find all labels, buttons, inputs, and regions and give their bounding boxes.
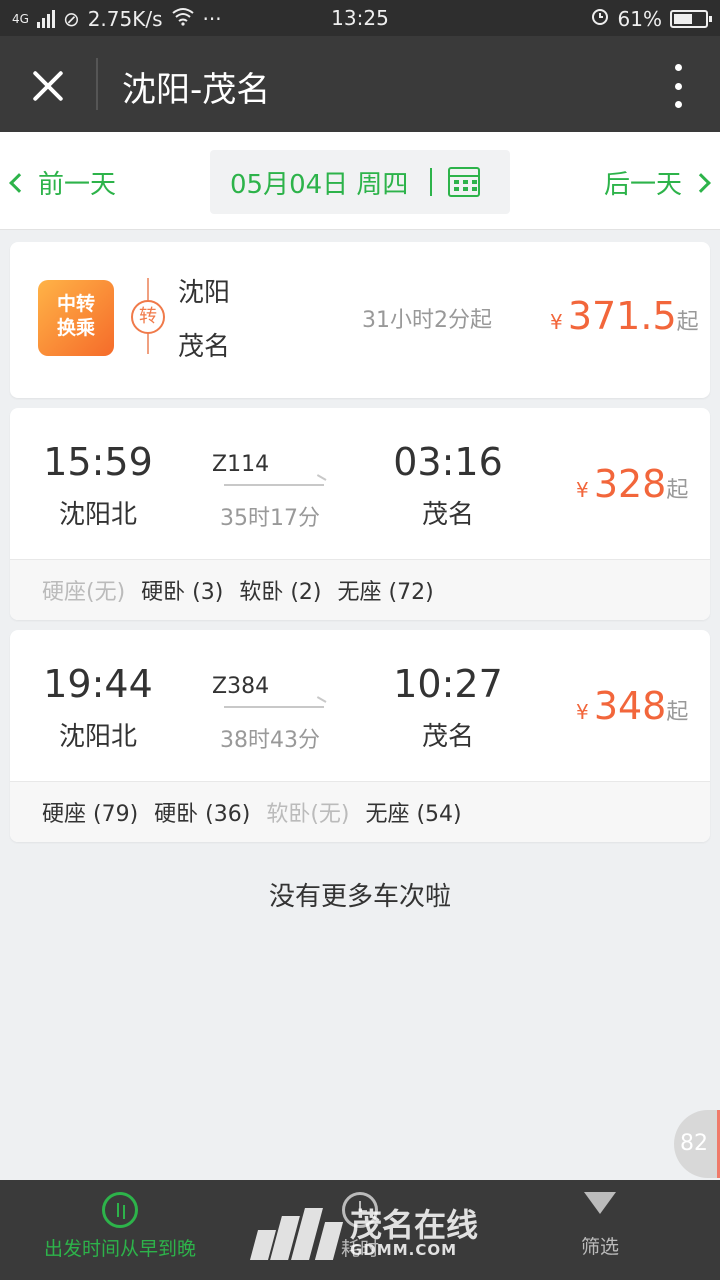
- currency-symbol: ¥: [576, 478, 589, 502]
- currency-symbol: ¥: [550, 310, 563, 334]
- watermark-text: 茂名在线: [350, 1206, 479, 1244]
- seat-item: 硬座(无): [42, 580, 126, 605]
- filter-icon: [584, 1192, 616, 1214]
- price-value: 348: [593, 684, 667, 728]
- transfer-from: 沈阳: [178, 278, 231, 308]
- watermark: 茂名在线 GDMM.COM: [249, 1206, 479, 1260]
- transfer-to: 茂名: [178, 332, 231, 362]
- next-day-label: 后一天: [603, 170, 682, 200]
- train-summary: 19:44 沈阳北 Z384 38时43分 10:27 茂名 ¥ 348起: [10, 630, 710, 782]
- filter-button[interactable]: 筛选: [560, 1192, 640, 1259]
- arrival-time: 10:27: [393, 662, 503, 706]
- train-number: Z384: [212, 674, 270, 699]
- price-value: 328: [593, 462, 667, 506]
- transfer-logo: 中转 换乘: [38, 280, 114, 356]
- prev-day-button[interactable]: 前一天: [9, 164, 117, 201]
- floating-badge[interactable]: 82: [674, 1110, 720, 1178]
- title-bar: 沈阳-茂名: [0, 36, 720, 132]
- seat-item: 硬卧 (36): [154, 802, 251, 827]
- date-separator: [430, 168, 433, 196]
- arrival-time: 03:16: [393, 440, 503, 484]
- date-bar: 前一天 05月04日 周四 后一天: [0, 132, 720, 230]
- transfer-badge: 转: [131, 300, 165, 334]
- seat-item: 硬卧 (3): [141, 580, 224, 605]
- sort-icon: [102, 1192, 138, 1228]
- departure-station: 沈阳北: [58, 500, 137, 530]
- title-divider: [96, 58, 98, 110]
- seat-item: 硬座 (79): [42, 802, 139, 827]
- sort-label: 出发时间从早到晚: [43, 1238, 196, 1260]
- arrival-station: 茂名: [421, 500, 474, 530]
- train-price: ¥ 348起: [576, 684, 688, 728]
- filter-label: 筛选: [580, 1236, 619, 1258]
- more-menu-icon[interactable]: [666, 64, 690, 108]
- next-day-button[interactable]: 后一天: [603, 164, 711, 201]
- currency-symbol: ¥: [576, 700, 589, 724]
- battery-percent: 61%: [617, 6, 662, 31]
- calendar-icon: [448, 167, 481, 197]
- battery-icon: [670, 9, 712, 28]
- close-icon[interactable]: [22, 60, 74, 112]
- transfer-duration: 31小时2分起: [362, 308, 492, 333]
- watermark-subtext: GDMM.COM: [350, 1241, 458, 1259]
- sort-departure-button[interactable]: 出发时间从早到晚: [30, 1192, 210, 1261]
- train-card[interactable]: 19:44 沈阳北 Z384 38时43分 10:27 茂名 ¥ 348起 硬座…: [10, 630, 710, 842]
- departure-time: 19:44: [43, 662, 153, 706]
- chevron-left-icon: [9, 172, 29, 193]
- departure-time: 15:59: [43, 440, 153, 484]
- seat-item: 软卧(无): [266, 802, 350, 827]
- arrow-right-icon: [224, 706, 324, 708]
- date-picker-button[interactable]: 05月04日 周四: [210, 150, 510, 214]
- transfer-price: ¥ 371.5起: [550, 294, 699, 338]
- watermark-logo: [249, 1208, 344, 1260]
- seat-item: 软卧 (2): [239, 580, 322, 605]
- price-value: 371.5: [567, 294, 677, 338]
- seat-item: 无座 (54): [365, 802, 462, 827]
- prev-day-label: 前一天: [38, 170, 117, 200]
- train-duration: 35时17分: [220, 506, 320, 531]
- transfer-logo-line1: 中转: [56, 293, 95, 315]
- arrow-right-icon: [224, 484, 324, 486]
- train-price: ¥ 328起: [576, 462, 688, 506]
- price-suffix: 起: [666, 700, 689, 725]
- seat-availability: 硬座(无) 硬卧 (3) 软卧 (2) 无座 (72): [10, 560, 710, 620]
- date-label: 05月04日 周四: [230, 169, 409, 200]
- page-title: 沈阳-茂名: [122, 70, 271, 110]
- train-card[interactable]: 15:59 沈阳北 Z114 35时17分 03:16 茂名 ¥ 328起 硬座…: [10, 408, 710, 620]
- seat-item: 无座 (72): [337, 580, 434, 605]
- alarm-icon: [590, 6, 610, 31]
- transfer-card[interactable]: 中转 换乘 转 沈阳 茂名 31小时2分起 ¥ 371.5起: [10, 242, 710, 398]
- arrival-station: 茂名: [421, 722, 474, 752]
- no-more-trains: 没有更多车次啦: [268, 882, 451, 912]
- train-duration: 38时43分: [220, 728, 320, 753]
- train-number: Z114: [212, 452, 270, 477]
- status-bar: 4G ⊘ 2.75K/s ··· 13:25 61%: [0, 0, 720, 36]
- price-suffix: 起: [676, 310, 699, 335]
- departure-station: 沈阳北: [58, 722, 137, 752]
- train-summary: 15:59 沈阳北 Z114 35时17分 03:16 茂名 ¥ 328起: [10, 408, 710, 560]
- transfer-logo-line2: 换乘: [56, 317, 95, 339]
- seat-availability: 硬座 (79) 硬卧 (36) 软卧(无) 无座 (54): [10, 782, 710, 842]
- chevron-right-icon: [691, 172, 711, 193]
- price-suffix: 起: [666, 478, 689, 503]
